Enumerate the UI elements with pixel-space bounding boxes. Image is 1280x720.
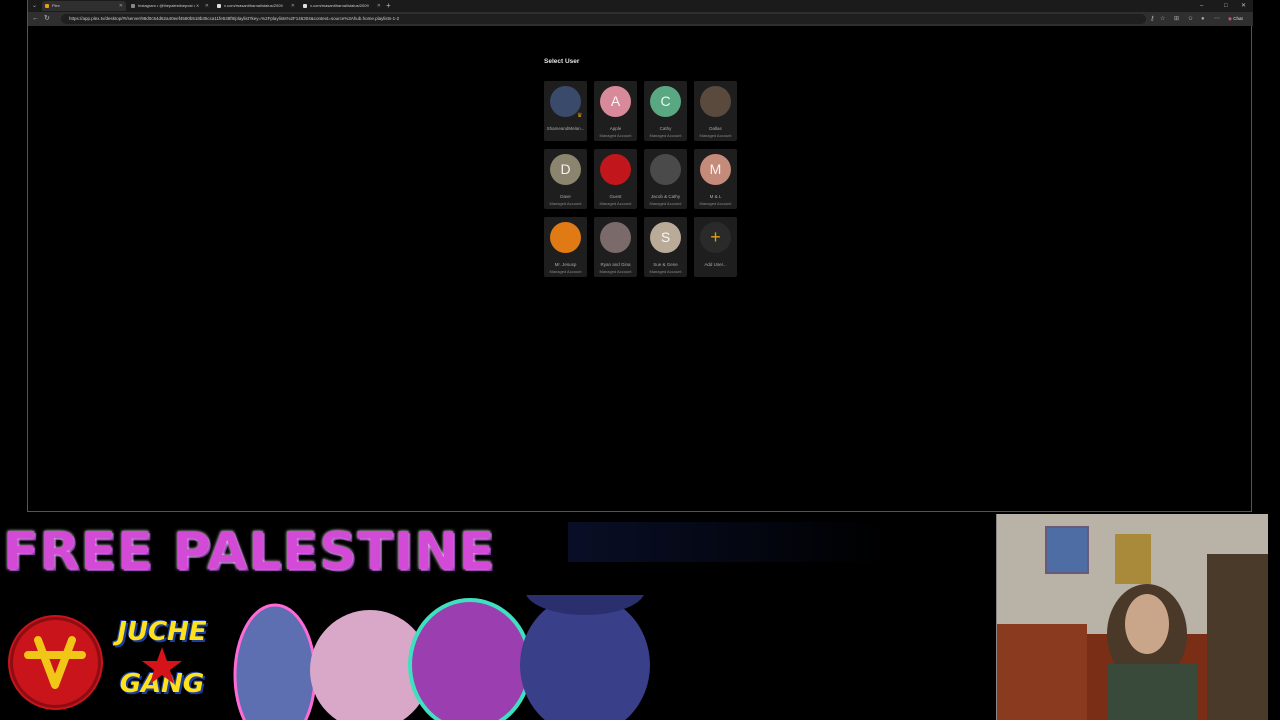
- user-tile[interactable]: M M & L Managed Account: [694, 149, 737, 209]
- more-menu-icon[interactable]: ⋯: [1214, 12, 1220, 26]
- close-tab-icon[interactable]: ✕: [119, 1, 123, 11]
- photo-avatar: [650, 154, 681, 185]
- back-icon[interactable]: ←: [32, 12, 39, 26]
- user-tile[interactable]: Mr. Jesusp Managed Account: [544, 217, 587, 277]
- user-tile[interactable]: Dallas Managed Account: [694, 81, 737, 141]
- user-name: Cathy: [659, 126, 672, 131]
- new-tab-icon[interactable]: +: [386, 0, 391, 11]
- close-tab-icon[interactable]: ✕: [205, 1, 209, 11]
- user-avatar: D: [550, 154, 581, 185]
- tab-label: Plex: [52, 3, 60, 8]
- maximize-icon[interactable]: □: [1224, 0, 1228, 12]
- user-name: Dallas: [709, 126, 722, 131]
- red-star-icon: [142, 647, 182, 684]
- user-avatar: S: [650, 222, 681, 253]
- user-tile[interactable]: C Cathy Managed Account: [644, 81, 687, 141]
- juche-gang-badge: JUCHE GANG: [113, 617, 211, 707]
- admin-crown-icon: ♛: [577, 113, 583, 119]
- user-name: Sue & Gene: [653, 262, 678, 267]
- user-name: Add User...: [704, 262, 727, 267]
- x-favicon-icon: [303, 4, 307, 8]
- user-name: Jacob & Cathy: [650, 194, 681, 199]
- user-tile[interactable]: Jacob & Cathy Managed Account: [644, 149, 687, 209]
- page-title: Select User: [544, 58, 580, 65]
- url-text: https://app.plex.tv/desktop/#!/server/98…: [69, 16, 400, 21]
- user-account-type: Managed Account: [649, 201, 682, 206]
- add-user-tile[interactable]: + Add User...: [694, 217, 737, 277]
- close-window-icon[interactable]: ✕: [1241, 0, 1246, 12]
- user-account-type: Managed Account: [599, 269, 632, 274]
- user-name: M & L: [709, 194, 722, 199]
- chat-label: Chat: [1233, 16, 1243, 21]
- bookmark-star-icon[interactable]: ☆: [1160, 12, 1165, 26]
- tab-x-post-1[interactable]: x.com/masantiharnal/status/2009 ✕: [214, 1, 298, 11]
- close-tab-icon[interactable]: ✕: [291, 1, 295, 11]
- plex-favicon-icon: [45, 4, 49, 8]
- copilot-icon: ◉: [1228, 16, 1232, 21]
- user-avatar: A: [600, 86, 631, 117]
- profile-icon[interactable]: ●: [1201, 12, 1205, 26]
- emblem-avatar: [600, 154, 631, 185]
- user-tile[interactable]: Ryan and Gina Managed Account: [594, 217, 637, 277]
- chat-button[interactable]: ◉ Chat: [1228, 15, 1243, 23]
- instagram-favicon-icon: [131, 4, 135, 8]
- user-name: Ryan and Gina: [600, 262, 631, 267]
- user-avatar: C: [650, 86, 681, 117]
- user-account-type: Managed Account: [549, 201, 582, 206]
- tab-instagram[interactable]: Instagram • @thepalestinepost • X ✕: [128, 1, 212, 11]
- banner-text: FREE PALESTINE: [3, 522, 496, 582]
- tab-strip: ⌄ Plex ✕ Instagram • @thepalestinepost •…: [28, 0, 1253, 12]
- user-account-type: Managed Account: [549, 269, 582, 274]
- user-tile[interactable]: D Dave Managed Account: [544, 149, 587, 209]
- screen: ⌄ Plex ✕ Instagram • @thepalestinepost •…: [0, 0, 1280, 720]
- user-tile[interactable]: ♛ ShameandMelan...: [544, 81, 587, 141]
- tab-x-post-2[interactable]: x.com/masantiharnal/status/2009 ✕: [300, 1, 384, 11]
- browser-toolbar: ← ↻ https://app.plex.tv/desktop/#!/serve…: [28, 12, 1253, 26]
- user-tile[interactable]: S Sue & Gene Managed Account: [644, 217, 687, 277]
- user-account-type: Managed Account: [599, 201, 632, 206]
- tab-label: Instagram • @thepalestinepost • X: [138, 3, 199, 8]
- user-account-type: Managed Account: [599, 133, 632, 138]
- user-name: Apple: [609, 126, 622, 131]
- favorites-icon[interactable]: ✩: [1188, 12, 1193, 26]
- emblem-graphic: [10, 617, 101, 708]
- user-name: Mr. Jesusp: [554, 262, 577, 267]
- close-tab-icon[interactable]: ✕: [377, 1, 381, 11]
- minimize-icon[interactable]: –: [1200, 0, 1203, 12]
- user-name: Dave: [560, 194, 571, 199]
- webcam-feed: [996, 514, 1268, 720]
- user-account-type: Managed Account: [649, 133, 682, 138]
- user-tile[interactable]: A Apple Managed Account: [594, 81, 637, 141]
- user-account-type: Managed Account: [699, 201, 732, 206]
- user-account-type: Managed Account: [649, 269, 682, 274]
- browser-window: ⌄ Plex ✕ Instagram • @thepalestinepost •…: [27, 0, 1253, 512]
- address-bar[interactable]: https://app.plex.tv/desktop/#!/server/98…: [61, 14, 1146, 24]
- photo-avatar: [700, 86, 731, 117]
- x-favicon-icon: [217, 4, 221, 8]
- collage-graphic: [233, 565, 650, 720]
- plus-icon: +: [700, 222, 731, 253]
- tab-label: x.com/masantiharnal/status/2009: [224, 3, 283, 8]
- reload-icon[interactable]: ↻: [44, 12, 50, 26]
- extensions-icon[interactable]: ⊞: [1174, 12, 1179, 26]
- tab-label: x.com/masantiharnal/status/2009: [310, 3, 369, 8]
- emblem-avatar: [550, 222, 581, 253]
- user-account-type: Managed Account: [699, 133, 732, 138]
- tab-search-icon[interactable]: ⌄: [32, 0, 37, 12]
- user-name: ShameandMelan...: [546, 126, 585, 131]
- tab-plex[interactable]: Plex ✕: [42, 1, 126, 11]
- banner-shadow: [568, 522, 888, 562]
- hammer-sickle-emblem-icon: [8, 615, 103, 710]
- webcam-image: [997, 514, 1268, 720]
- photo-avatar: [600, 222, 631, 253]
- user-name: Guest: [609, 194, 622, 199]
- user-tile[interactable]: Guest Managed Account: [594, 149, 637, 209]
- user-avatar: M: [700, 154, 731, 185]
- portrait-collage: [220, 565, 700, 720]
- key-icon[interactable]: ⚷: [1150, 12, 1154, 26]
